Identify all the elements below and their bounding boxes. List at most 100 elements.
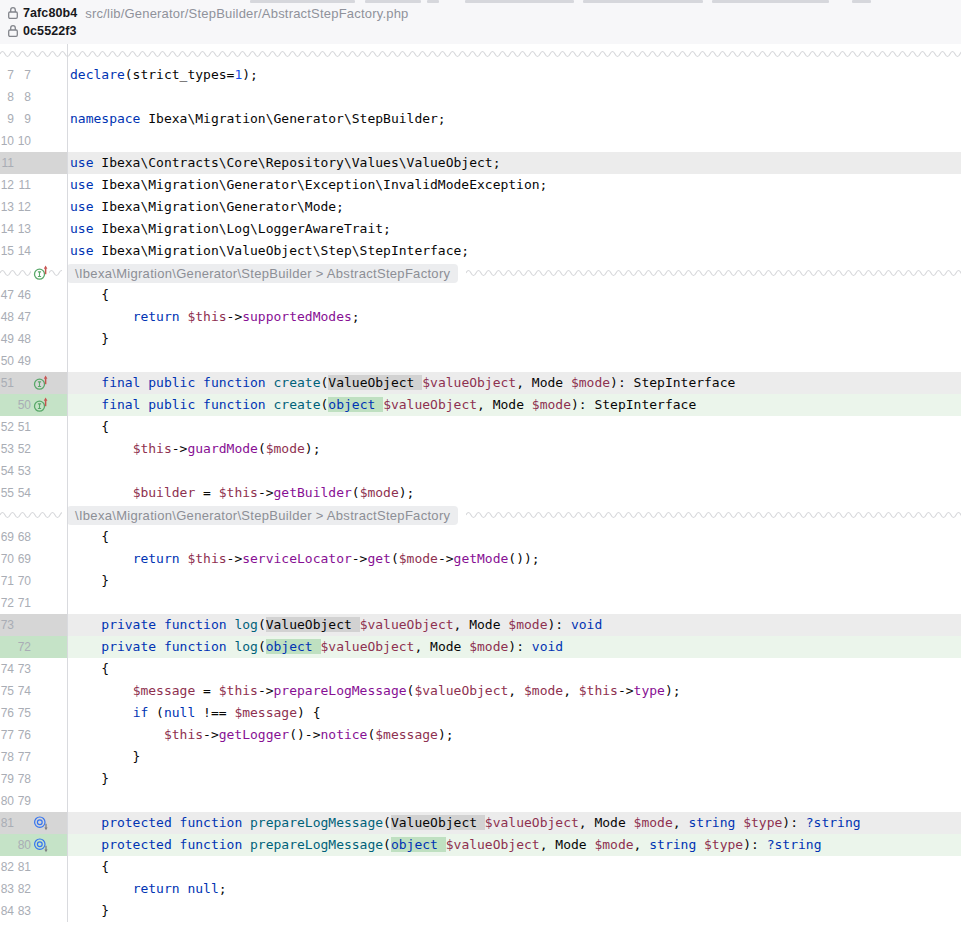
- code-line[interactable]: namespace Ibexa\Migration\Generator\Step…: [68, 108, 961, 130]
- code-line[interactable]: use Ibexa\Migration\ValueObject\Step\Ste…: [68, 240, 961, 262]
- line-number-old: 74: [0, 658, 14, 680]
- code-line[interactable]: private function log(object $valueObject…: [68, 636, 961, 658]
- code-line[interactable]: return $this->serviceLocator->get($mode-…: [68, 548, 961, 570]
- implements-icon[interactable]: [33, 265, 49, 281]
- line-number-new: 14: [15, 240, 31, 262]
- line-number-old: 71: [0, 570, 14, 592]
- line-number-new: 11: [15, 174, 31, 196]
- code-line[interactable]: if (null !== $message) {: [68, 702, 961, 724]
- code-line[interactable]: {: [68, 416, 961, 438]
- code-line[interactable]: $builder = $this->getBuilder($mode);: [68, 482, 961, 504]
- code-line[interactable]: use Ibexa\Migration\Generator\Mode;: [68, 196, 961, 218]
- commit-hash-new[interactable]: 0c5522f3: [23, 24, 77, 38]
- diff-row: 11use Ibexa\Contracts\Core\Repository\Va…: [0, 152, 961, 174]
- code-line[interactable]: }: [68, 570, 961, 592]
- wave-separator: [0, 49, 961, 59]
- code-line[interactable]: return null;: [68, 878, 961, 900]
- code-line[interactable]: [68, 350, 961, 372]
- wave-separator: [466, 510, 961, 520]
- gutter: 7271: [0, 592, 68, 614]
- code-line[interactable]: declare(strict_types=1);: [68, 64, 961, 86]
- code-line[interactable]: return $this->supportedModes;: [68, 306, 961, 328]
- toolbar-fragment: [250, 0, 355, 3]
- overridden-icon[interactable]: [33, 837, 49, 853]
- diff-row: 1211use Ibexa\Migration\Generator\Except…: [0, 174, 961, 196]
- implements-icon[interactable]: [33, 397, 49, 413]
- breadcrumb-pill[interactable]: \Ibexa\Migration\Generator\StepBuilder >…: [67, 506, 458, 525]
- overridden-icon[interactable]: [33, 815, 49, 831]
- code-line[interactable]: }: [68, 328, 961, 350]
- gutter: 5554: [0, 482, 68, 504]
- diff-row: 80 protected function prepareLogMessage(…: [0, 834, 961, 856]
- code-line[interactable]: [68, 460, 961, 482]
- line-number-old: 83: [0, 878, 14, 900]
- code-line[interactable]: }: [68, 746, 961, 768]
- gutter: 5352: [0, 438, 68, 460]
- line-number-new: 52: [15, 438, 31, 460]
- line-number-new: 81: [15, 856, 31, 878]
- gutter: 8079: [0, 790, 68, 812]
- code-line[interactable]: final public function create(ValueObject…: [68, 372, 961, 394]
- line-number-old: 77: [0, 724, 14, 746]
- code-line[interactable]: {: [68, 856, 961, 878]
- code-line[interactable]: }: [68, 768, 961, 790]
- breadcrumb-pill[interactable]: \Ibexa\Migration\Generator\StepBuilder >…: [67, 264, 458, 283]
- line-number-new: 80: [15, 834, 31, 856]
- diff-row: 77declare(strict_types=1);: [0, 64, 961, 86]
- line-number-old: 81: [0, 812, 14, 834]
- diff-row: 1010: [0, 130, 961, 152]
- diff-row: 8281 {: [0, 856, 961, 878]
- code-line[interactable]: {: [68, 658, 961, 680]
- gutter: 8483: [0, 900, 68, 922]
- code-line[interactable]: $message = $this->prepareLogMessage($val…: [68, 680, 961, 702]
- diff-row: 5554 $builder = $this->getBuilder($mode)…: [0, 482, 961, 504]
- code-line[interactable]: $this->guardMode($mode);: [68, 438, 961, 460]
- diff-row: 8079: [0, 790, 961, 812]
- code-line[interactable]: }: [68, 900, 961, 922]
- wave-separator: [0, 510, 62, 520]
- line-number-old: 10: [0, 130, 14, 152]
- file-path: src/lib/Generator/StepBuilder/AbstractSt…: [85, 6, 408, 21]
- code-line[interactable]: [68, 130, 961, 152]
- commit-hash-old[interactable]: 7afc80b4: [23, 6, 77, 20]
- diff-row: 8483 }: [0, 900, 961, 922]
- code-line[interactable]: {: [68, 284, 961, 306]
- diff-row: 4847 return $this->supportedModes;: [0, 306, 961, 328]
- code-line[interactable]: use Ibexa\Contracts\Core\Repository\Valu…: [68, 152, 961, 174]
- line-number-new: 68: [15, 526, 31, 548]
- gutter: 7978: [0, 768, 68, 790]
- line-number-new: 12: [15, 196, 31, 218]
- line-number-new: 69: [15, 548, 31, 570]
- gutter: 5453: [0, 460, 68, 482]
- diff-row: 7877 }: [0, 746, 961, 768]
- code-line[interactable]: [68, 790, 961, 812]
- line-number-old: 9: [0, 108, 14, 130]
- wave-separator: [49, 268, 62, 278]
- code-line[interactable]: use Ibexa\Migration\Generator\Exception\…: [68, 174, 961, 196]
- collapsed-region-separator[interactable]: \Ibexa\Migration\Generator\StepBuilder >…: [0, 504, 961, 526]
- code-line[interactable]: final public function create(object $val…: [68, 394, 961, 416]
- line-number-old: 75: [0, 680, 14, 702]
- line-number-new: 48: [15, 328, 31, 350]
- code-line[interactable]: [68, 592, 961, 614]
- code-line[interactable]: use Ibexa\Migration\Log\LoggerAwareTrait…: [68, 218, 961, 240]
- diff-row: 5049: [0, 350, 961, 372]
- implements-icon[interactable]: [33, 375, 49, 391]
- line-number-new: 83: [15, 900, 31, 922]
- line-number-new: 49: [15, 350, 31, 372]
- code-line[interactable]: [68, 86, 961, 108]
- line-number-old: 72: [0, 592, 14, 614]
- code-line[interactable]: {: [68, 526, 961, 548]
- collapsed-region-separator[interactable]: \Ibexa\Migration\Generator\StepBuilder >…: [0, 262, 961, 284]
- code-line[interactable]: protected function prepareLogMessage(obj…: [68, 834, 961, 856]
- line-number-old: 52: [0, 416, 14, 438]
- line-number-new: 75: [15, 702, 31, 724]
- code-line[interactable]: protected function prepareLogMessage(Val…: [68, 812, 961, 834]
- code-line[interactable]: private function log(ValueObject $valueO…: [68, 614, 961, 636]
- code-line[interactable]: $this->getLogger()->notice($message);: [68, 724, 961, 746]
- line-number-old: 47: [0, 284, 14, 306]
- diff-header: 7afc80b4 src/lib/Generator/StepBuilder/A…: [0, 0, 961, 44]
- diff-row: 5251 {: [0, 416, 961, 438]
- gutter: 73: [0, 614, 68, 636]
- diff-row: 7978 }: [0, 768, 961, 790]
